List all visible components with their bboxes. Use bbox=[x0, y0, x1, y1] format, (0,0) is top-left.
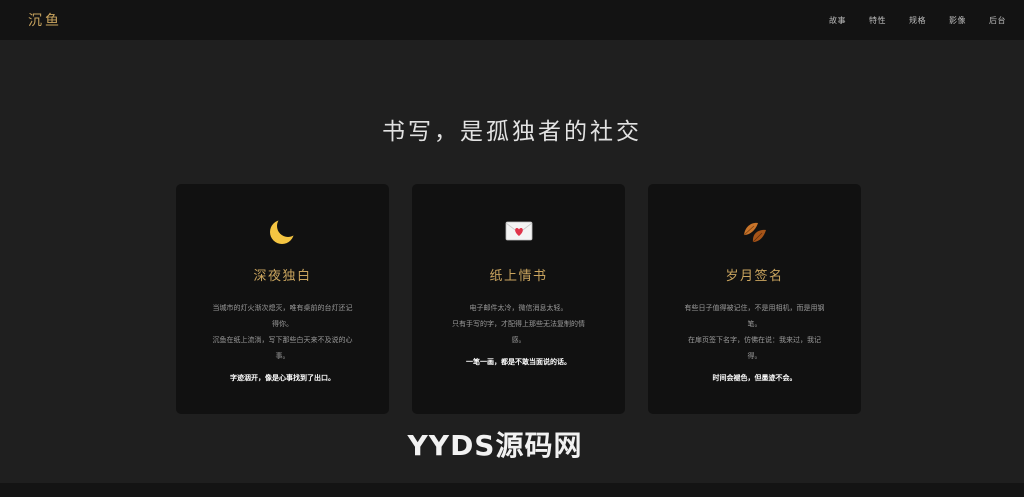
card-body-line: 在扉页签下名字，仿佛在说：我来过，我记 bbox=[688, 336, 821, 344]
card-body-line: 有些日子值得被记住，不是用相机，而是用钢 bbox=[684, 304, 825, 312]
love-letter-icon bbox=[505, 221, 532, 241]
watermark-text: YYDS源码网 bbox=[407, 429, 583, 462]
card-tagline: 一笔一画，都是不敢当面说的话。 bbox=[466, 358, 571, 366]
brand-logo[interactable]: 沉鱼 bbox=[28, 10, 62, 30]
top-navbar: 沉鱼 故事 特性 规格 影像 后台 bbox=[0, 0, 1024, 40]
card-title: 岁月签名 bbox=[725, 269, 784, 284]
card-body-line: 事。 bbox=[275, 352, 290, 360]
footer-strip bbox=[0, 483, 1024, 497]
card-tagline: 时间会褪色，但墨迹不会。 bbox=[712, 374, 797, 382]
card-body: 电子邮件太冷，微信消息太轻。 只有手写的字，才配得上那些无法复制的情 感。 bbox=[426, 300, 611, 348]
nav-item-story[interactable]: 故事 bbox=[829, 15, 846, 26]
crescent-moon-icon bbox=[269, 220, 294, 244]
card-body-line: 当城市的灯火渐次熄灭，唯有桌前的台灯还记 bbox=[212, 304, 353, 312]
card-body-line: 电子邮件太冷，微信消息太轻。 bbox=[469, 304, 568, 312]
card-title: 纸上情书 bbox=[489, 269, 548, 284]
section-heading: 书写，是孤独者的社交 bbox=[382, 119, 642, 145]
card-tagline: 字迹洇开，像是心事找到了出口。 bbox=[230, 374, 335, 382]
card-title: 深夜独白 bbox=[253, 269, 312, 284]
card-body: 当城市的灯火渐次熄灭，唯有桌前的台灯还记 得你。 沉鱼在纸上流淌，写下那些白天来… bbox=[190, 300, 375, 364]
card-body-line: 只有手写的字，才配得上那些无法复制的情 bbox=[452, 320, 585, 328]
card-body-line: 沉鱼在纸上流淌，写下那些白天来不及说的心 bbox=[212, 336, 353, 344]
card-body-line: 感。 bbox=[511, 336, 526, 344]
fallen-leaves-icon bbox=[743, 222, 766, 243]
card-body-line: 笔。 bbox=[747, 320, 762, 328]
card-body-line: 得。 bbox=[747, 352, 762, 360]
nav-item-features[interactable]: 特性 bbox=[869, 15, 886, 26]
nav-item-admin[interactable]: 后台 bbox=[989, 15, 1006, 26]
nav-item-specs[interactable]: 规格 bbox=[909, 15, 926, 26]
card-body: 有些日子值得被记住，不是用相机，而是用钢 笔。 在扉页签下名字，仿佛在说：我来过… bbox=[662, 300, 847, 364]
card-body-line: 得你。 bbox=[272, 320, 293, 328]
feature-card-late-night: 深夜独白 当城市的灯火渐次熄灭，唯有桌前的台灯还记 得你。 沉鱼在纸上流淌，写下… bbox=[176, 184, 389, 414]
nav-item-gallery[interactable]: 影像 bbox=[949, 15, 966, 26]
feature-card-love-letter: 纸上情书 电子邮件太冷，微信消息太轻。 只有手写的字，才配得上那些无法复制的情 … bbox=[412, 184, 625, 414]
feature-card-signature: 岁月签名 有些日子值得被记住，不是用相机，而是用钢 笔。 在扉页签下名字，仿佛在… bbox=[648, 184, 861, 414]
main-nav: 故事 特性 规格 影像 后台 bbox=[829, 15, 1006, 26]
